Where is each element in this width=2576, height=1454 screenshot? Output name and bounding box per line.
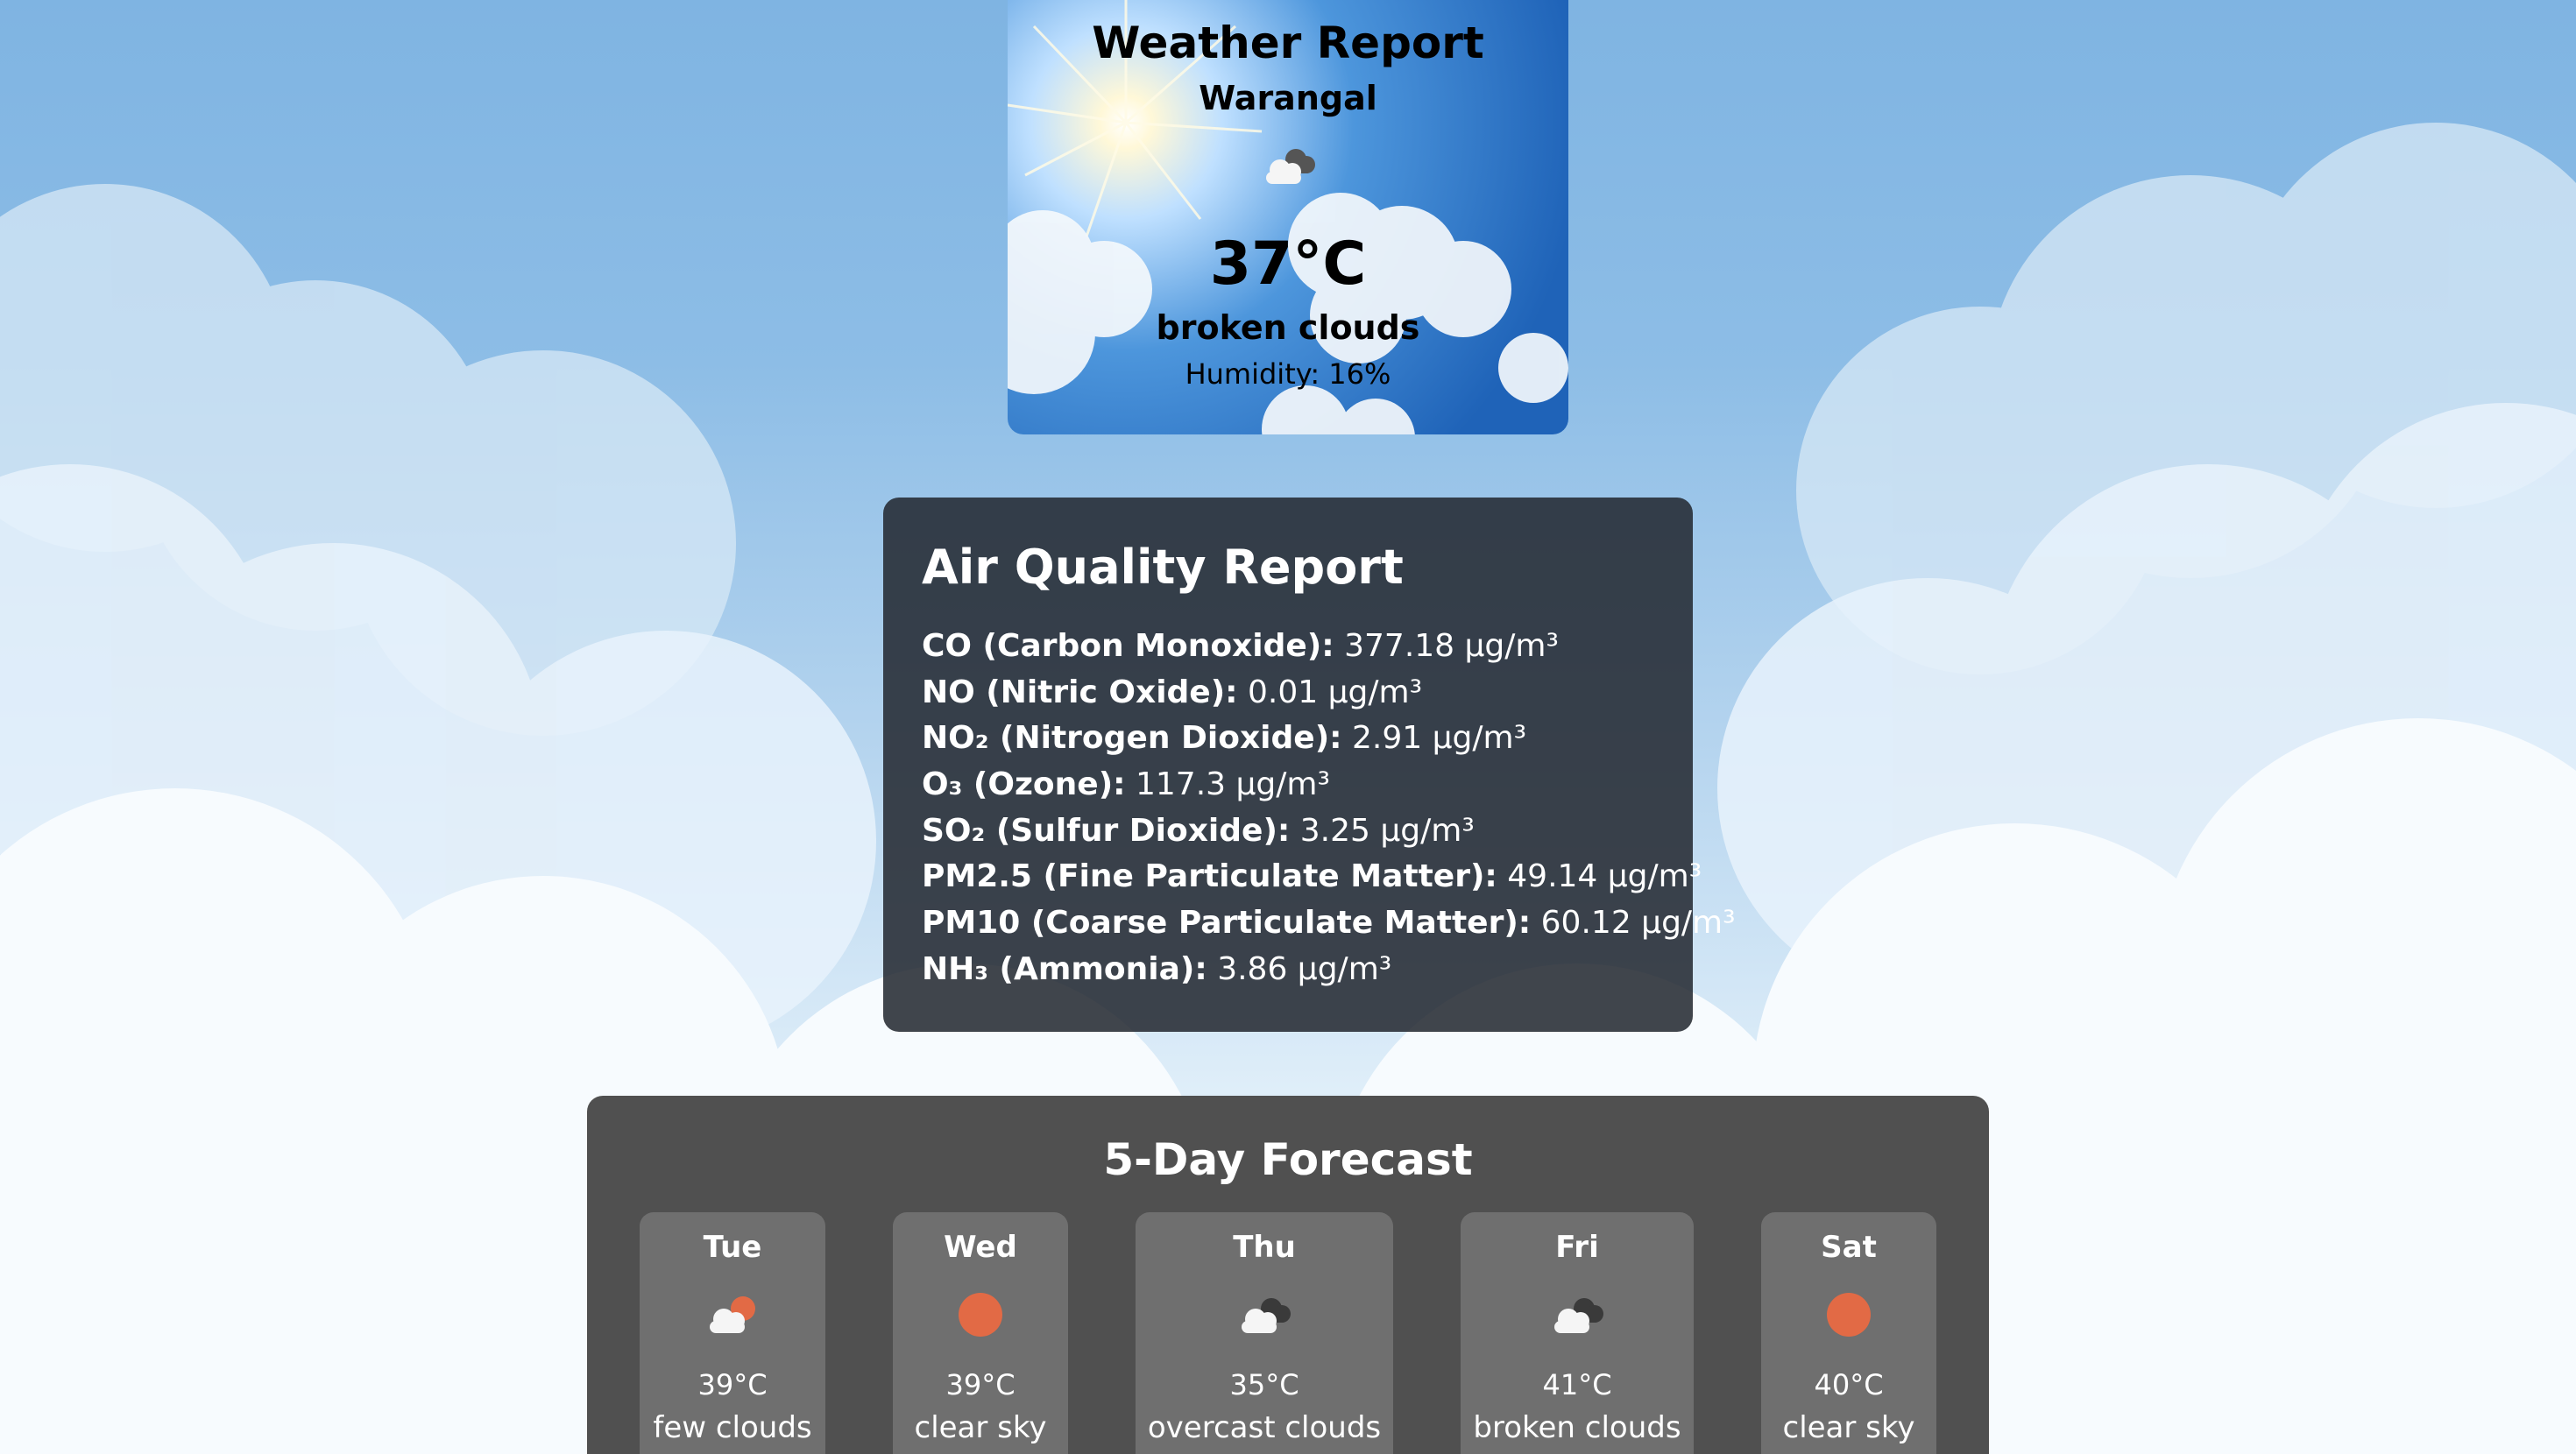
forecast-description: overcast clouds — [1147, 1410, 1382, 1445]
aq-label: CO (Carbon Monoxide): — [922, 628, 1334, 664]
aq-value: 117.3 μg/m³ — [1136, 766, 1330, 803]
aq-label: PM2.5 (Fine Particulate Matter): — [922, 858, 1497, 895]
forecast-description: few clouds — [653, 1410, 812, 1445]
aq-label: O₃ (Ozone): — [922, 766, 1126, 803]
city-name: Warangal — [1199, 79, 1377, 117]
aq-value: 3.86 μg/m³ — [1217, 950, 1392, 987]
forecast-day-sat: Sat 40°C clear sky — [1761, 1212, 1936, 1454]
broken-clouds-icon — [1554, 1298, 1603, 1333]
aq-item-o3: O₃ (Ozone): 117.3 μg/m³ — [922, 762, 1736, 808]
forecast-day-name: Sat — [1821, 1230, 1877, 1265]
clear-sky-icon — [1827, 1293, 1871, 1337]
aq-value: 2.91 μg/m³ — [1352, 720, 1526, 757]
forecast-day-wed: Wed 39°C clear sky — [893, 1212, 1068, 1454]
forecast-temperature: 39°C — [697, 1368, 768, 1401]
aq-item-pm25: PM2.5 (Fine Particulate Matter): 49.14 μ… — [922, 854, 1736, 900]
forecast-description: clear sky — [1782, 1410, 1915, 1445]
forecast-temperature: 35°C — [1229, 1368, 1299, 1401]
forecast-day-name: Tue — [703, 1230, 762, 1265]
weather-card: Weather Report Warangal 37°C broken clou… — [1008, 0, 1568, 434]
overcast-clouds-icon — [1242, 1298, 1291, 1333]
aq-item-nh3: NH₃ (Ammonia): 3.86 μg/m³ — [922, 947, 1736, 993]
aq-label: PM10 (Coarse Particulate Matter): — [922, 905, 1532, 942]
aq-value: 60.12 μg/m³ — [1540, 905, 1736, 942]
aq-value: 377.18 μg/m³ — [1344, 628, 1559, 664]
humidity: Humidity: 16% — [1185, 357, 1391, 391]
forecast-temperature: 41°C — [1542, 1368, 1612, 1401]
forecast-temperature: 39°C — [945, 1368, 1016, 1401]
forecast-description: clear sky — [914, 1410, 1047, 1445]
current-temperature: 37°C — [1209, 229, 1367, 299]
aq-item-no2: NO₂ (Nitrogen Dioxide): 2.91 μg/m³ — [922, 716, 1736, 762]
aq-item-so2: SO₂ (Sulfur Dioxide): 3.25 μg/m³ — [922, 808, 1736, 855]
aq-value: 0.01 μg/m³ — [1248, 674, 1422, 710]
forecast-day-tue: Tue 39°C few clouds — [640, 1212, 825, 1454]
few-clouds-icon — [710, 1296, 755, 1333]
air-quality-card: Air Quality Report CO (Carbon Monoxide):… — [883, 498, 1736, 1032]
forecast-day-name: Thu — [1233, 1230, 1296, 1265]
aq-item-no: NO (Nitric Oxide): 0.01 μg/m³ — [922, 670, 1736, 716]
forecast-temperature: 40°C — [1814, 1368, 1884, 1401]
air-quality-list: CO (Carbon Monoxide): 377.18 μg/m³ NO (N… — [922, 624, 1736, 993]
aq-value: 3.25 μg/m³ — [1299, 812, 1475, 849]
clear-sky-icon — [959, 1293, 1002, 1337]
broken-clouds-icon — [1266, 149, 1315, 184]
aq-label: NO (Nitric Oxide): — [922, 674, 1238, 710]
aq-item-co: CO (Carbon Monoxide): 377.18 μg/m³ — [922, 624, 1736, 670]
aq-label: SO₂ (Sulfur Dioxide): — [922, 812, 1291, 849]
aq-value: 49.14 μg/m³ — [1507, 858, 1702, 895]
aq-label: NH₃ (Ammonia): — [922, 950, 1207, 987]
forecast-description: broken clouds — [1473, 1410, 1681, 1445]
forecast-day-name: Wed — [944, 1230, 1017, 1265]
air-quality-title: Air Quality Report — [922, 540, 1404, 595]
forecast-card: 5-Day Forecast Tue 39°C few clouds Wed 3… — [587, 1096, 1989, 1454]
aq-label: NO₂ (Nitrogen Dioxide): — [922, 720, 1342, 757]
forecast-day-fri: Fri 41°C broken clouds — [1461, 1212, 1694, 1454]
page-title: Weather Report — [1092, 18, 1484, 68]
forecast-title: 5-Day Forecast — [1103, 1134, 1473, 1185]
forecast-day-thu: Thu 35°C overcast clouds — [1136, 1212, 1393, 1454]
aq-item-pm10: PM10 (Coarse Particulate Matter): 60.12 … — [922, 900, 1736, 947]
forecast-day-name: Fri — [1555, 1230, 1599, 1265]
weather-description: broken clouds — [1156, 308, 1420, 347]
